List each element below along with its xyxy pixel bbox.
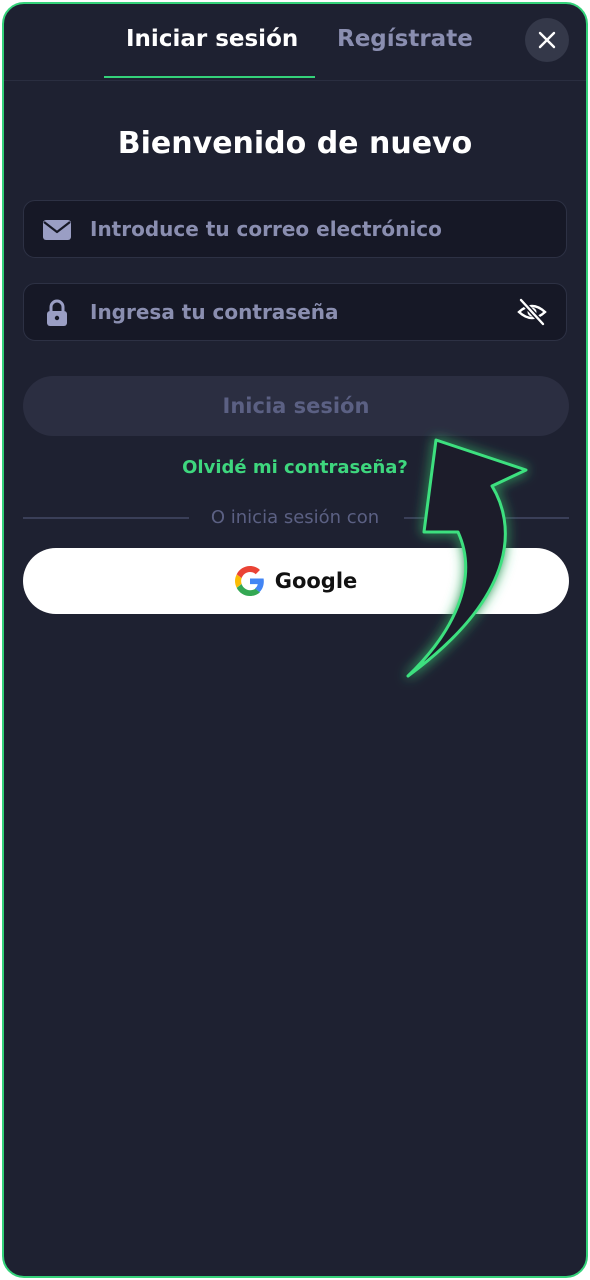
lock-icon — [47, 299, 67, 326]
eye-slash-icon[interactable] — [516, 297, 548, 327]
active-tab-indicator — [104, 76, 315, 78]
forgot-password-link[interactable]: Olvidé mi contraseña? — [4, 457, 586, 478]
auth-tabs: Iniciar sesión Regístrate — [4, 4, 586, 81]
page-title: Bienvenido de nuevo — [117, 126, 473, 161]
close-button[interactable] — [525, 18, 569, 62]
google-icon — [234, 566, 264, 596]
login-button[interactable]: Inicia sesión — [23, 376, 569, 436]
tab-register[interactable]: Regístrate — [337, 26, 473, 52]
email-field[interactable]: Introduce tu correo electrónico — [23, 200, 567, 258]
login-modal: Iniciar sesión Regístrate Bienvenido de … — [2, 2, 588, 1278]
email-placeholder: Introduce tu correo electrónico — [90, 217, 442, 241]
google-button-label: Google — [274, 569, 358, 593]
tab-login[interactable]: Iniciar sesión — [126, 26, 298, 52]
divider-right — [404, 517, 569, 519]
password-placeholder: Ingresa tu contraseña — [90, 300, 339, 324]
password-field[interactable]: Ingresa tu contraseña — [23, 283, 567, 341]
google-login-button[interactable]: Google — [23, 548, 569, 614]
close-icon — [538, 31, 556, 49]
envelope-icon — [43, 220, 71, 240]
